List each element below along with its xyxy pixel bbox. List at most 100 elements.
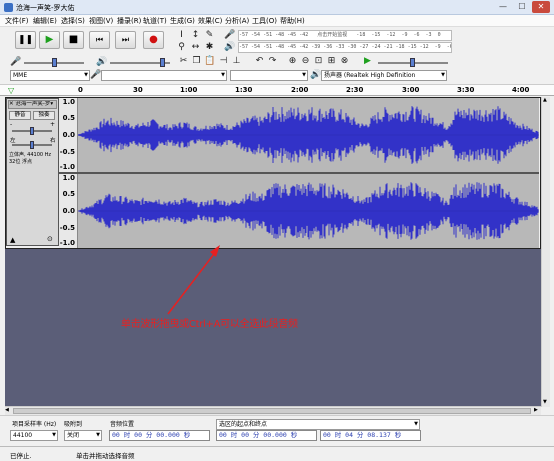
menu-transport[interactable]: 播录(R): [117, 16, 141, 26]
play-at-speed-icon[interactable]: ▶: [362, 56, 373, 67]
project-rate-label: 项目采样率 (Hz): [12, 421, 57, 428]
playback-device-value: 扬声器 (Realtek High Definition: [324, 72, 416, 79]
status-state: 已停止.: [10, 452, 32, 460]
playback-volume-thumb[interactable]: [160, 58, 165, 67]
chevron-down-icon: ▼: [52, 432, 56, 438]
mic-volume-icon: 🎤: [10, 57, 22, 67]
menu-file[interactable]: 文件(F): [5, 16, 29, 26]
play-head-icon: ▽: [8, 86, 15, 95]
menu-help[interactable]: 帮助(H): [280, 16, 305, 26]
close-button[interactable]: ✕: [532, 1, 550, 13]
ruler-mark: 2:00: [291, 86, 309, 94]
selection-mode-value: 选区的起点和终点: [219, 421, 268, 428]
chevron-down-icon: ▼: [96, 432, 100, 438]
status-hint: 单击并拖动选择音频: [76, 452, 135, 460]
waveform-left-channel[interactable]: [77, 98, 539, 172]
fit-project-icon[interactable]: ⊞: [326, 56, 337, 67]
playback-device-select[interactable]: 扬声器 (Realtek High Definition ▼: [321, 70, 447, 81]
silence-icon[interactable]: ⊥: [231, 56, 242, 67]
timeshift-tool-icon[interactable]: ↔: [190, 42, 201, 53]
zoom-out-icon[interactable]: ⊖: [300, 56, 311, 67]
menu-effect[interactable]: 效果(C): [198, 16, 222, 26]
horizontal-scroll-thumb[interactable]: [13, 408, 531, 414]
envelope-tool-icon[interactable]: ↕: [190, 30, 201, 41]
play-volume-icon: 🔊: [96, 57, 108, 67]
record-device-select[interactable]: ▼: [101, 70, 227, 81]
chevron-down-icon: ▼: [84, 72, 88, 78]
record-device-icon: 🎤: [90, 70, 102, 80]
host-value: MME: [13, 72, 28, 79]
chevron-down-icon: ▼: [414, 421, 418, 427]
ruler-mark: 3:00: [402, 86, 420, 94]
snap-to-select[interactable]: 关闭 ▼: [64, 430, 102, 441]
playback-meter[interactable]: -57 -54 -51 -48 -45 -42 -39 -36 -33 -30 …: [238, 42, 452, 53]
playback-device-icon: 🔊: [310, 70, 322, 80]
zoom-toggle-icon[interactable]: ⊗: [339, 56, 350, 67]
zoom-in-icon[interactable]: ⊕: [287, 56, 298, 67]
timeline-ruler[interactable]: ▽ 0 30 1:00 1:30 2:00 2:30 3:00 3:30 4:0…: [0, 84, 554, 96]
microphone-icon: 🎤: [224, 30, 236, 40]
annotation-text: 单击波形拖曳或Ctrl+A可以全选此段音频: [121, 319, 298, 330]
record-channels-select[interactable]: ▼: [230, 70, 308, 81]
waveform-left-graphic: [77, 106, 539, 164]
menu-view[interactable]: 视图(V): [89, 16, 113, 26]
maximize-button[interactable]: ☐: [513, 1, 531, 13]
pause-button[interactable]: ❚❚: [15, 31, 36, 49]
chevron-down-icon: ▼: [221, 72, 225, 78]
vertical-scrollbar[interactable]: ▲ ▼: [541, 97, 550, 407]
menu-select[interactable]: 选择(S): [61, 16, 85, 26]
selection-end-field[interactable]: 00 时 04 分 08.137 秒: [320, 430, 421, 441]
menu-bar: 文件(F) 编辑(E) 选择(S) 视图(V) 播录(R) 轨道(T) 生成(G…: [0, 15, 554, 27]
scroll-up-icon[interactable]: ▲: [543, 97, 547, 103]
selection-tool-icon[interactable]: I: [176, 30, 187, 41]
title-bar: 沧海一声笑-罗大佑 — ☐ ✕: [0, 0, 554, 15]
audio-position-field[interactable]: 00 时 00 分 00.000 秒: [109, 430, 210, 441]
trim-icon[interactable]: ⊣: [218, 56, 229, 67]
horizontal-scrollbar[interactable]: ◀ ▶: [5, 406, 541, 415]
selection-start-field[interactable]: 00 时 00 分 00.000 秒: [216, 430, 317, 441]
annotation-arrow: [167, 245, 220, 315]
audio-position-label: 音频位置: [110, 421, 135, 428]
skip-to-start-button[interactable]: ⏮: [89, 31, 110, 49]
ruler-mark: 30: [133, 86, 143, 94]
menu-tracks[interactable]: 轨道(T): [143, 16, 167, 26]
window-title: 沧海一声笑-罗大佑: [16, 4, 75, 12]
copy-icon[interactable]: ❐: [191, 56, 202, 67]
snap-to-value: 关闭: [67, 432, 80, 439]
scroll-right-icon[interactable]: ▶: [534, 407, 538, 413]
ruler-mark: 2:30: [346, 86, 364, 94]
ruler-mark: 1:30: [235, 86, 253, 94]
minimize-button[interactable]: —: [494, 1, 512, 13]
record-button[interactable]: ●: [143, 31, 164, 49]
record-meter[interactable]: -57 -54 -51 -48 -45 -42 点击开始监视 -18 -15 -…: [238, 30, 452, 41]
draw-tool-icon[interactable]: ✎: [204, 30, 215, 41]
menu-generate[interactable]: 生成(G): [170, 16, 195, 26]
stop-button[interactable]: ■: [63, 31, 84, 49]
play-button[interactable]: ▶: [39, 31, 60, 49]
ruler-mark: 3:30: [457, 86, 475, 94]
project-rate-select[interactable]: 44100 ▼: [10, 430, 58, 441]
scroll-left-icon[interactable]: ◀: [5, 407, 9, 413]
play-speed-thumb[interactable]: [410, 58, 415, 67]
paste-icon[interactable]: 📋: [204, 56, 215, 67]
speaker-icon: 🔊: [224, 42, 236, 52]
chevron-down-icon: ▼: [441, 72, 445, 78]
multi-tool-icon[interactable]: ✱: [204, 42, 215, 53]
menu-analyze[interactable]: 分析(A): [225, 16, 249, 26]
record-volume-thumb[interactable]: [52, 58, 57, 67]
chevron-down-icon: ▼: [302, 72, 306, 78]
menu-edit[interactable]: 编辑(E): [33, 16, 57, 26]
fit-selection-icon[interactable]: ⊡: [313, 56, 324, 67]
zoom-tool-icon[interactable]: ⚲: [176, 42, 187, 53]
undo-icon[interactable]: ↶: [254, 56, 265, 67]
scroll-down-icon[interactable]: ▼: [543, 399, 547, 405]
menu-tools[interactable]: 工具(O): [252, 16, 277, 26]
cut-icon[interactable]: ✂: [178, 56, 189, 67]
waveform-right-channel[interactable]: [77, 174, 539, 248]
host-select[interactable]: MME ▼: [10, 70, 90, 81]
snap-to-label: 吸附到: [64, 421, 83, 428]
redo-icon[interactable]: ↷: [267, 56, 278, 67]
selection-mode-select[interactable]: 选区的起点和终点 ▼: [216, 419, 420, 430]
skip-to-end-button[interactable]: ⏭: [115, 31, 136, 49]
status-bar: 已停止. 单击并拖动选择音频: [0, 446, 554, 461]
